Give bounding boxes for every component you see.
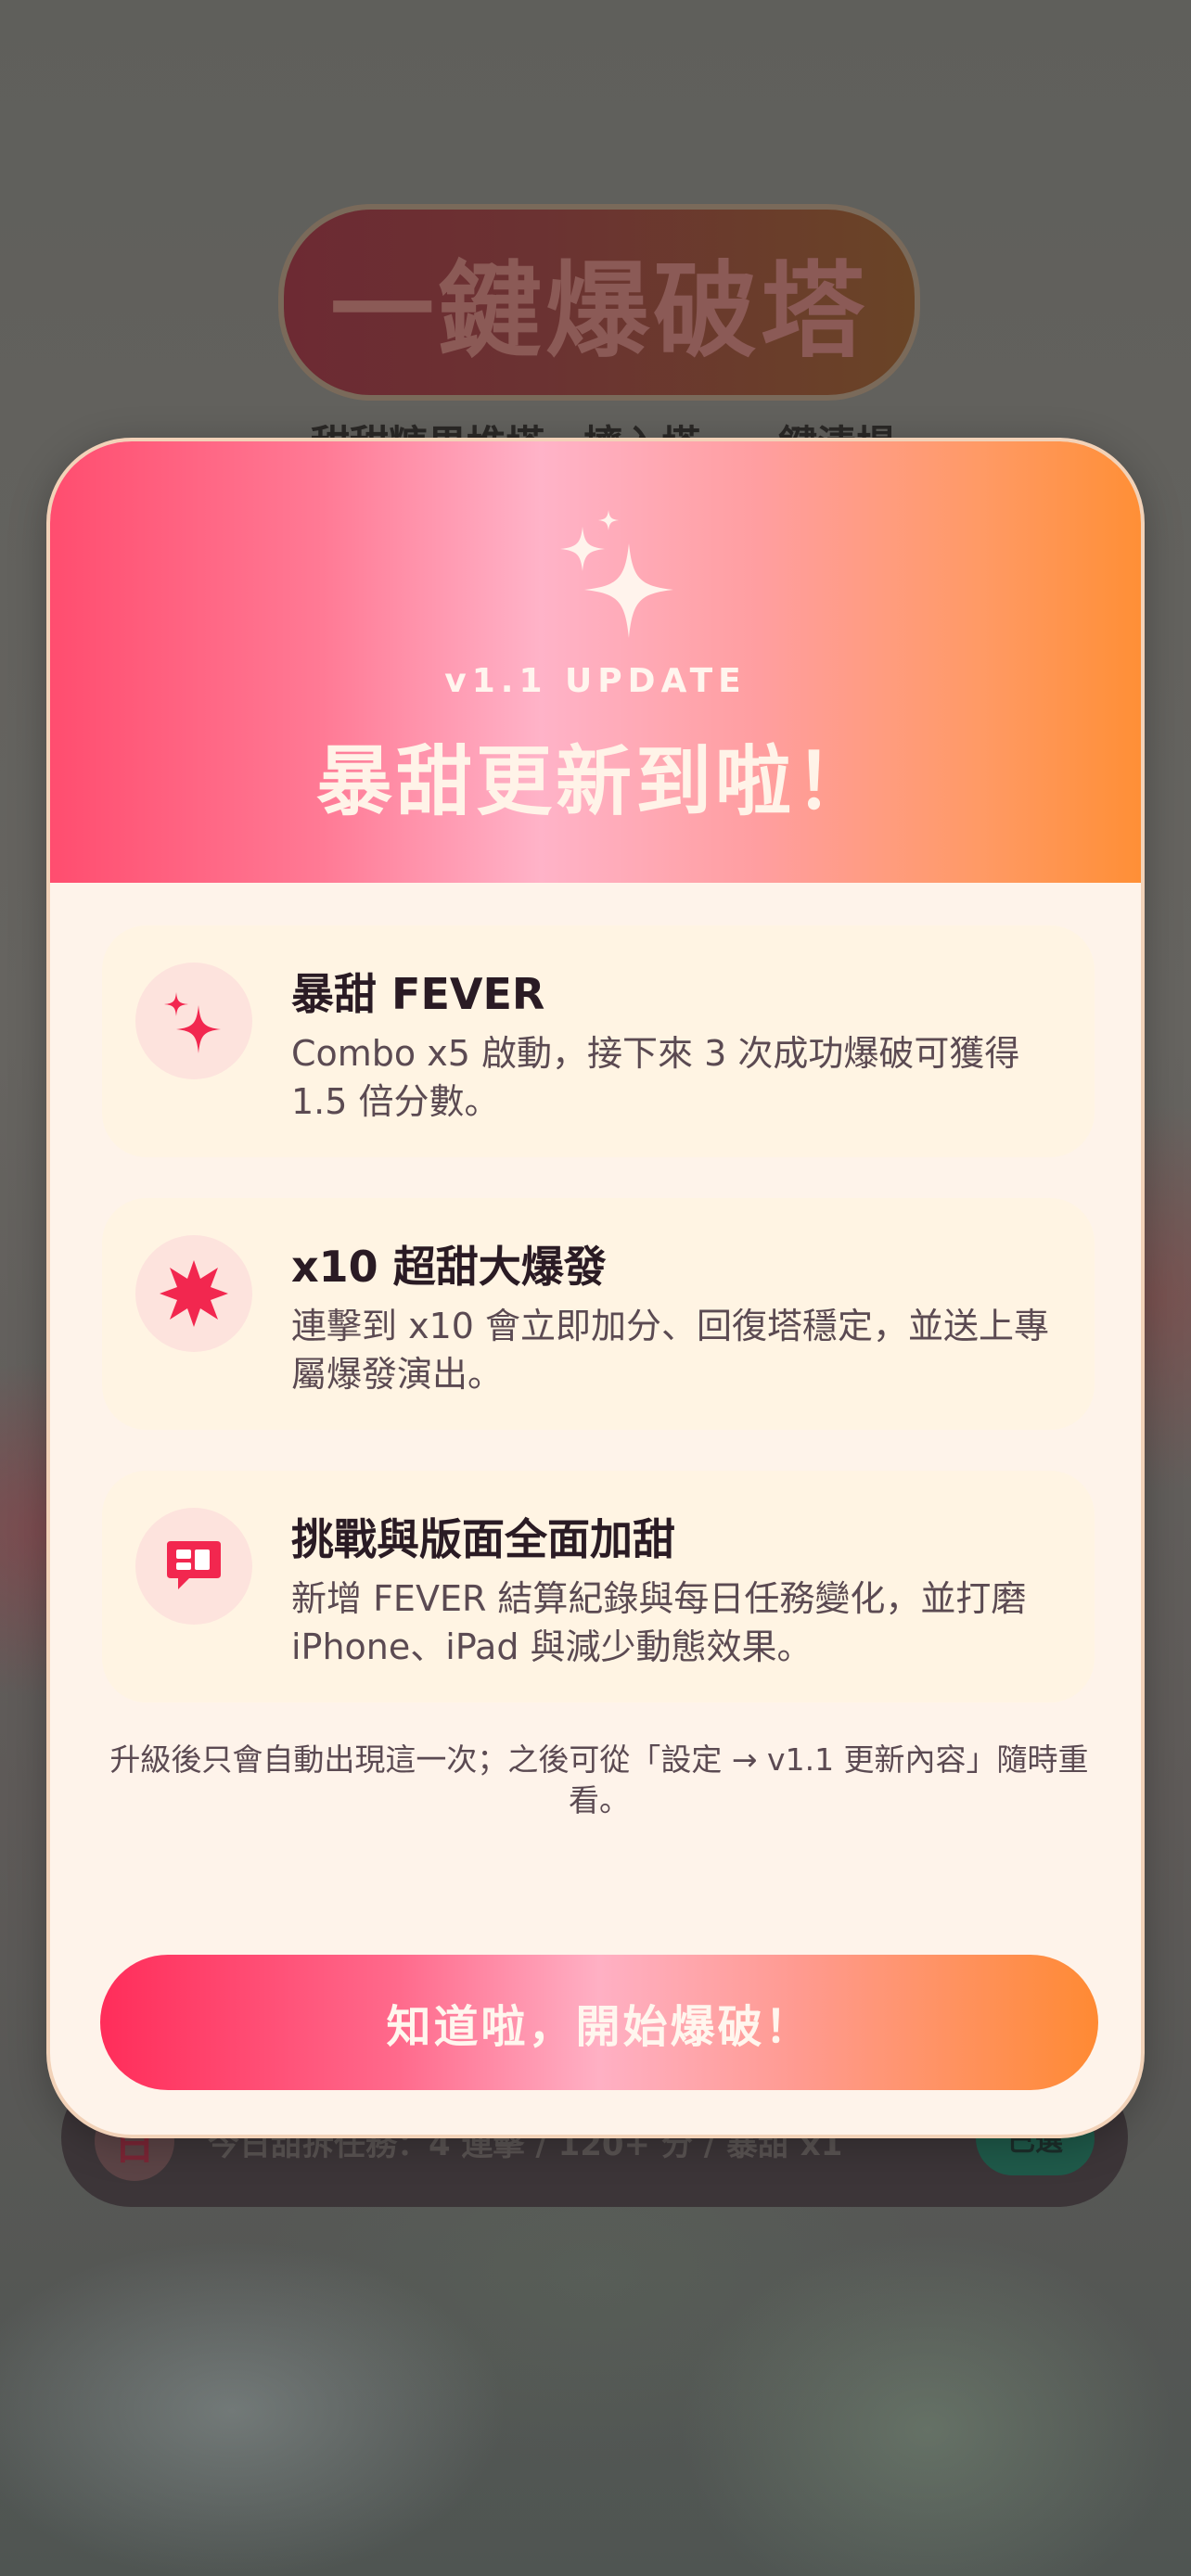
- chat-bubble-icon: [135, 1508, 252, 1625]
- burst-icon: [135, 1235, 252, 1352]
- footnote-text: 升級後只會自動出現這一次；之後可從「設定 → v1.1 更新內容」隨時重看。: [109, 1741, 1089, 1818]
- sparkles-icon: [135, 963, 252, 1079]
- feature-title: 暴甜 FEVER: [291, 969, 545, 1019]
- feature-title: 挑戰與版面全面加甜: [291, 1514, 675, 1564]
- version-tag: v1.1 UPDATE: [444, 662, 747, 700]
- feature-card-fever: 暴甜 FEVER Combo x5 啟動，接下來 3 次成功爆破可獲得 1.5 …: [102, 925, 1095, 1157]
- feature-title: x10 超甜大爆發: [291, 1242, 607, 1292]
- feature-card-burst: x10 超甜大爆發 連擊到 x10 會立即加分、回復塔穩定，並送上專屬爆發演出。: [102, 1198, 1095, 1430]
- modal-header: v1.1 UPDATE 暴甜更新到啦！: [50, 441, 1141, 883]
- game-title: 一鍵爆破塔: [330, 251, 868, 372]
- feature-description: 新增 FEVER 結算紀錄與每日任務變化，並打磨 iPhone、iPad 與減少…: [291, 1578, 1027, 1667]
- update-modal: v1.1 UPDATE 暴甜更新到啦！ 暴甜 FEVER Combo x5 啟動…: [46, 438, 1145, 2138]
- feature-card-challenge: 挑戰與版面全面加甜 新增 FEVER 結算紀錄與每日任務變化，並打磨 iPhon…: [102, 1471, 1095, 1702]
- sparkles-icon: [560, 510, 673, 638]
- confirm-start-button[interactable]: 知道啦，開始爆破！: [100, 1955, 1098, 2090]
- feature-description: 連擊到 x10 會立即加分、回復塔穩定，並送上專屬爆發演出。: [291, 1306, 1050, 1395]
- feature-description: Combo x5 啟動，接下來 3 次成功爆破可獲得 1.5 倍分數。: [291, 1033, 1020, 1122]
- modal-title: 暴甜更新到啦！: [315, 738, 875, 826]
- game-title-banner: 一鍵爆破塔: [278, 204, 920, 401]
